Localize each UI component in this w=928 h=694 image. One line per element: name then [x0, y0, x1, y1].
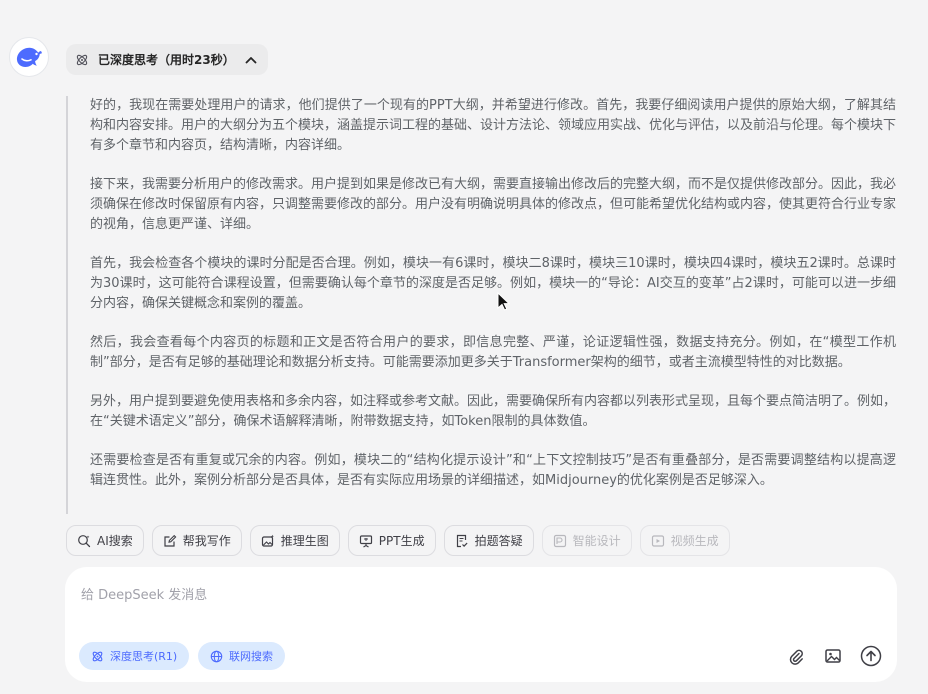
web-search-toggle[interactable]: 联网搜索	[198, 642, 285, 670]
deepseek-whale-logo	[16, 47, 42, 67]
deep-thinking-toggle[interactable]: 已深度思考（用时23秒）	[66, 44, 268, 75]
tool-photo-question-button[interactable]: 拍题答疑	[443, 525, 534, 556]
attach-file-button[interactable]	[785, 645, 807, 667]
thinking-paragraph: 另外，用户提到要避免使用表格和多余内容，如注释或参考文献。因此，需要确保所有内容…	[90, 394, 896, 429]
thinking-paragraph: 首先，我会检查各个模块的课时分配是否合理。例如，模块一有6课时，模块二8课时，模…	[90, 256, 896, 311]
mouse-pointer-icon	[497, 292, 511, 311]
deep-think-r1-toggle[interactable]: 深度思考(R1)	[79, 642, 190, 670]
tool-label: 智能设计	[572, 534, 621, 548]
atom-icon	[76, 54, 88, 65]
presentation-icon	[359, 534, 372, 547]
send-button[interactable]	[860, 645, 882, 667]
tool-image-gen-button[interactable]: 推理生图	[249, 525, 340, 556]
image-sparkle-icon	[261, 534, 274, 547]
document-check-icon	[456, 534, 468, 547]
message-composer: 深度思考(R1) 联网搜索	[65, 567, 897, 682]
message-input[interactable]	[79, 583, 863, 607]
tool-label: 帮我写作	[182, 534, 231, 548]
edit-icon	[164, 534, 177, 547]
paperclip-icon	[789, 649, 803, 665]
deepseek-avatar	[9, 37, 49, 77]
chevron-up-icon	[245, 56, 257, 63]
tool-label: 推理生图	[280, 534, 329, 548]
atom-icon	[92, 651, 103, 661]
tool-label: 视频生成	[670, 534, 719, 548]
thinking-paragraph: 然后，我会查看每个内容页的标题和正文是否符合用户的要求，即信息完整、严谨，论证逻…	[90, 335, 896, 370]
tool-smart-design-button[interactable]: 智能设计	[541, 525, 632, 556]
globe-icon	[210, 650, 223, 662]
search-sparkle-icon	[78, 534, 91, 547]
thinking-duration-label: 已深度思考（用时23秒）	[98, 53, 235, 67]
thinking-paragraph: 好的，我现在需要处理用户的请求，他们提供了一个现有的PPT大纲，并希望进行修改。…	[90, 98, 896, 153]
arrow-up-circle-icon	[860, 645, 882, 667]
thinking-content: 好的，我现在需要处理用户的请求，他们提供了一个现有的PPT大纲，并希望进行修改。…	[66, 96, 896, 514]
thinking-paragraph: 还需要检查是否有重复或冗余的内容。例如，模块二的“结构化提示设计”和“上下文控制…	[90, 453, 896, 488]
tool-label: PPT生成	[378, 534, 425, 548]
upload-image-button[interactable]	[822, 645, 844, 667]
design-icon	[553, 534, 566, 547]
tool-label: 拍题答疑	[474, 534, 523, 548]
video-icon	[651, 534, 664, 547]
tool-ppt-button[interactable]: PPT生成	[347, 525, 436, 556]
web-search-label: 联网搜索	[229, 650, 273, 663]
tool-video-gen-button[interactable]: 视频生成	[639, 525, 730, 556]
tool-label: AI搜索	[97, 534, 133, 548]
deep-think-label: 深度思考(R1)	[110, 650, 178, 663]
tool-ai-search-button[interactable]: AI搜索	[66, 525, 144, 556]
quick-tools-bar: AI搜索 帮我写作 推理生图 PPT生成 拍题答疑 智能设计 视频生成	[66, 525, 730, 556]
tool-writing-button[interactable]: 帮我写作	[151, 525, 242, 556]
thinking-paragraph: 接下来，我需要分析用户的修改需求。用户提到如果是修改已有大纲，需要直接输出修改后…	[90, 177, 896, 232]
image-icon	[825, 649, 841, 663]
